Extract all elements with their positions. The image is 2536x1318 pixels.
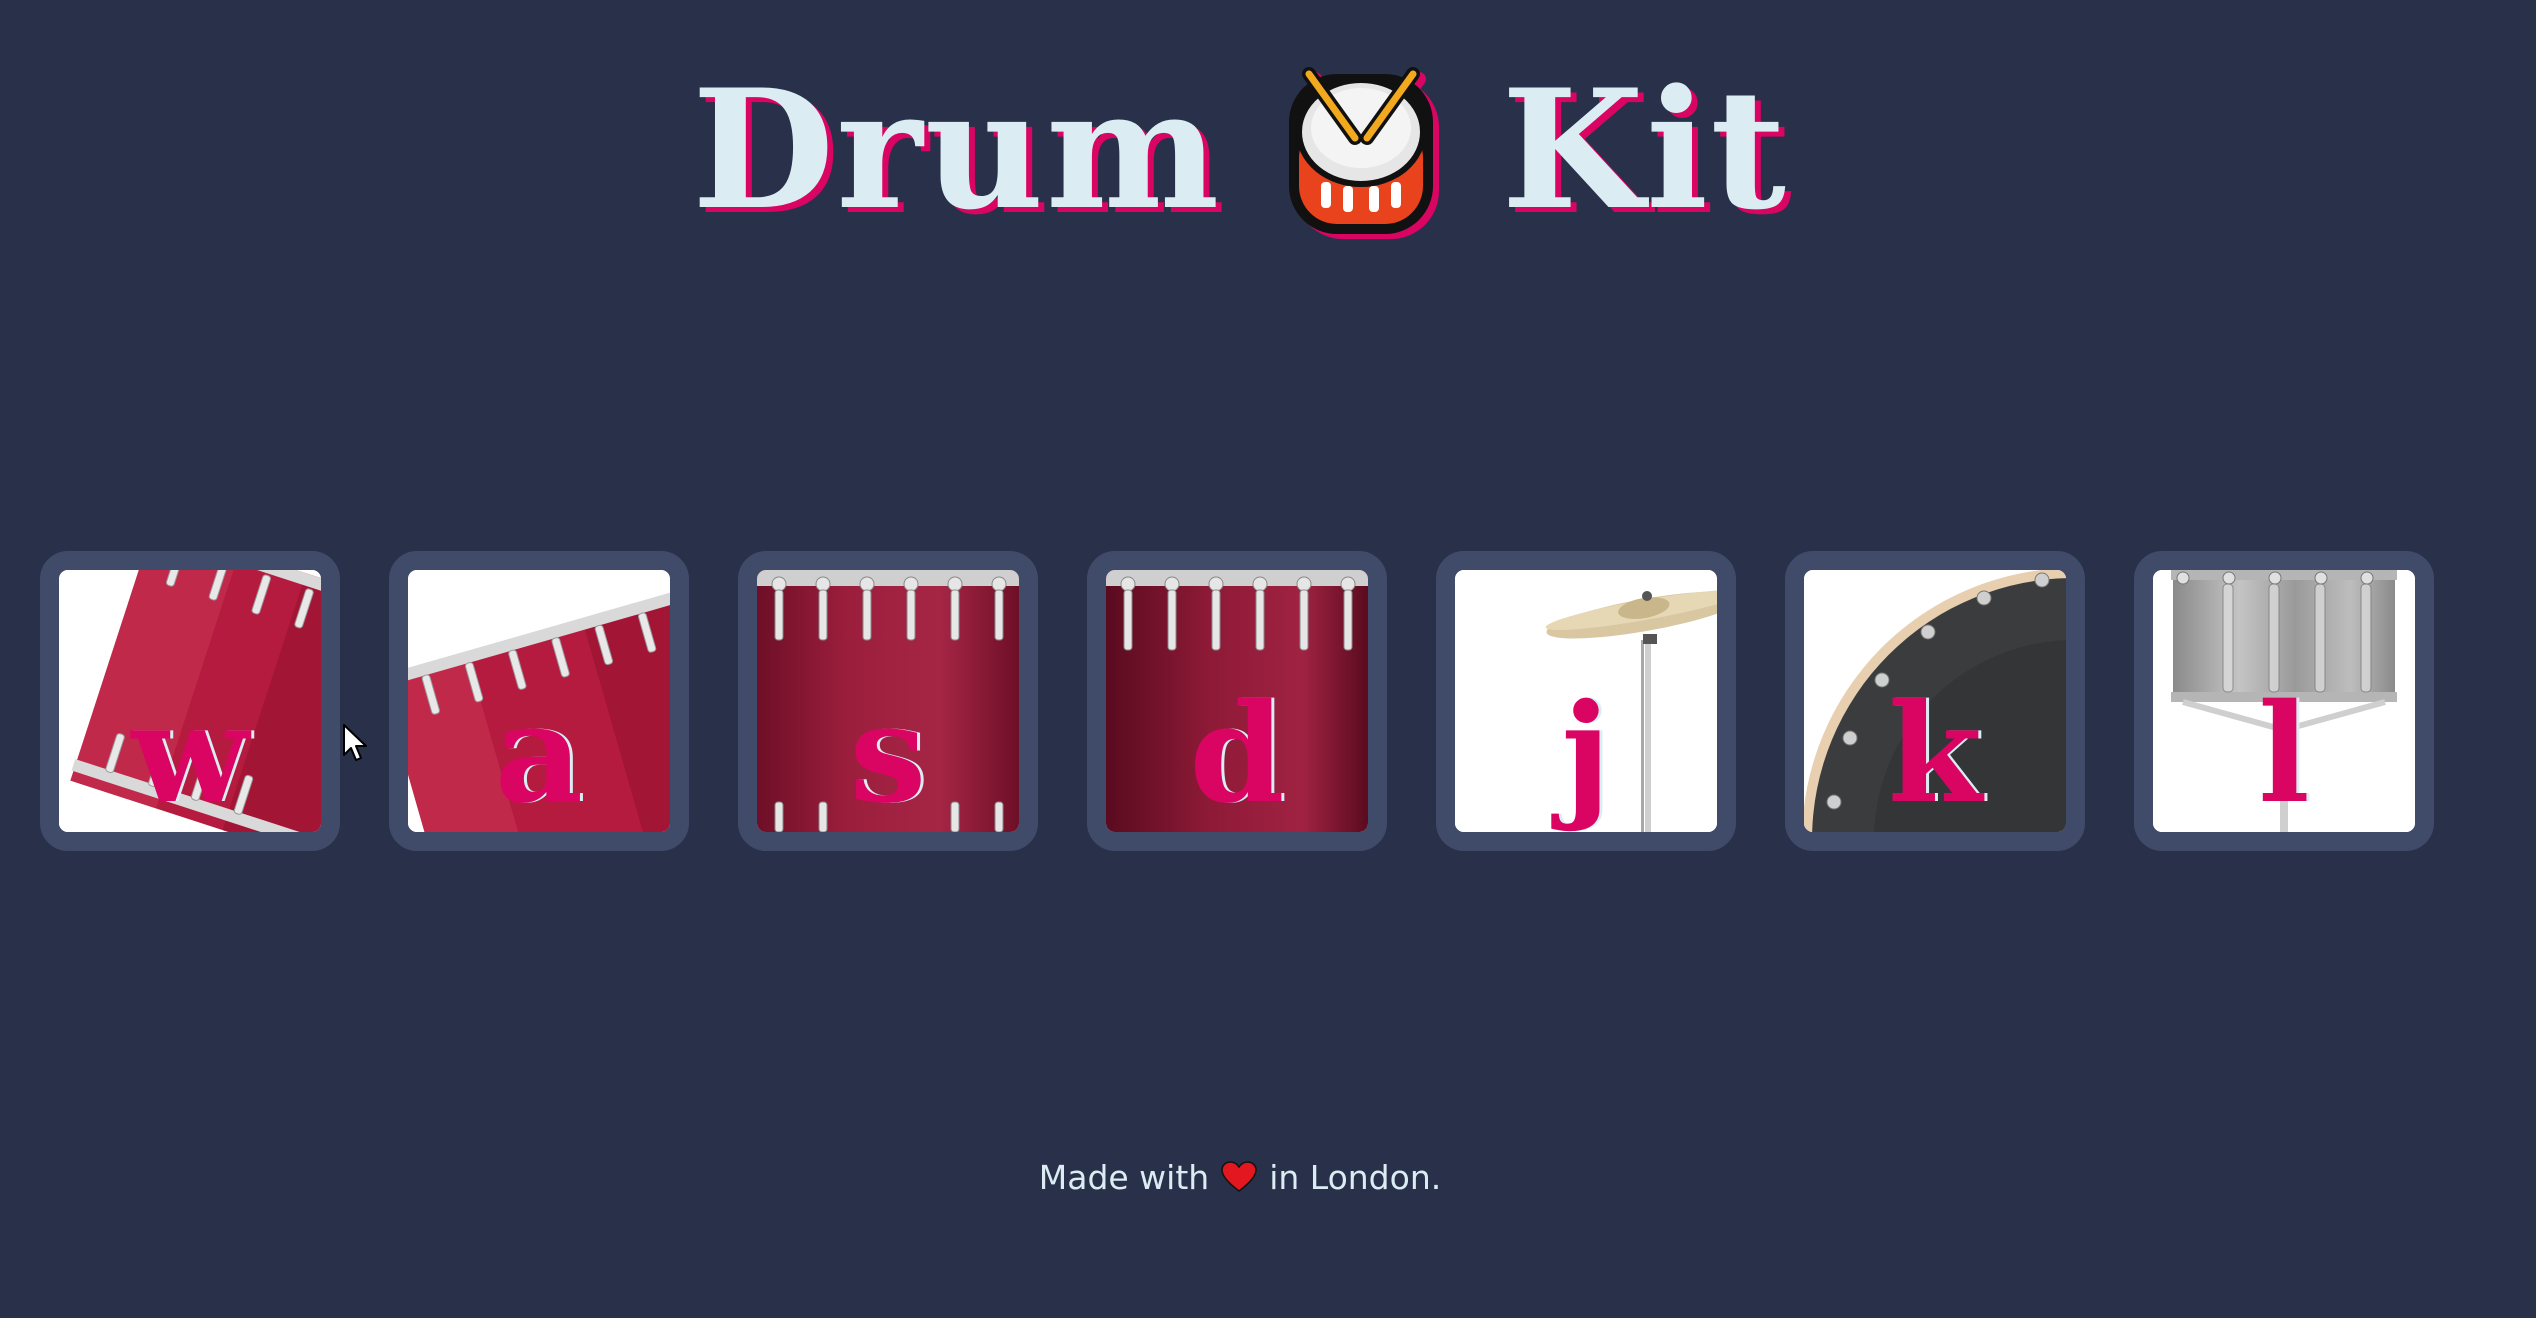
title-word-kit: Kit [1501,53,1788,246]
footer: Made with in London. [0,1158,2480,1197]
footer-text-after: in London. [1269,1158,1442,1197]
drum-button-l[interactable]: l [2134,551,2434,851]
drum-kit-page: Drum Kit w a s d j k l Made with in Lond… [0,0,2536,1318]
drum-key-label: k [1887,674,1983,834]
title-word-drum: Drum [692,53,1222,246]
drum-key-label: j [1561,674,1611,834]
drum-key-label: a [494,674,584,834]
drum-button-d[interactable]: d [1087,551,1387,851]
drum-button-k[interactable]: k [1785,551,2085,851]
heart-icon [1221,1161,1257,1192]
page-title: Drum Kit [0,50,2480,250]
drum-button-j[interactable]: j [1436,551,1736,851]
drum-button-w[interactable]: w [40,551,340,851]
drum-set: w a s d j k l [40,551,2434,851]
drum-key-label: w [131,674,249,834]
footer-text-before: Made with [1038,1158,1210,1197]
drum-button-s[interactable]: s [738,551,1038,851]
drum-key-label: s [849,674,927,834]
drum-button-a[interactable]: a [389,551,689,851]
drum-emoji-icon [1289,67,1434,234]
drum-key-label: l [2258,674,2310,834]
mouse-cursor-icon [343,724,367,761]
drum-key-label: d [1189,674,1285,834]
